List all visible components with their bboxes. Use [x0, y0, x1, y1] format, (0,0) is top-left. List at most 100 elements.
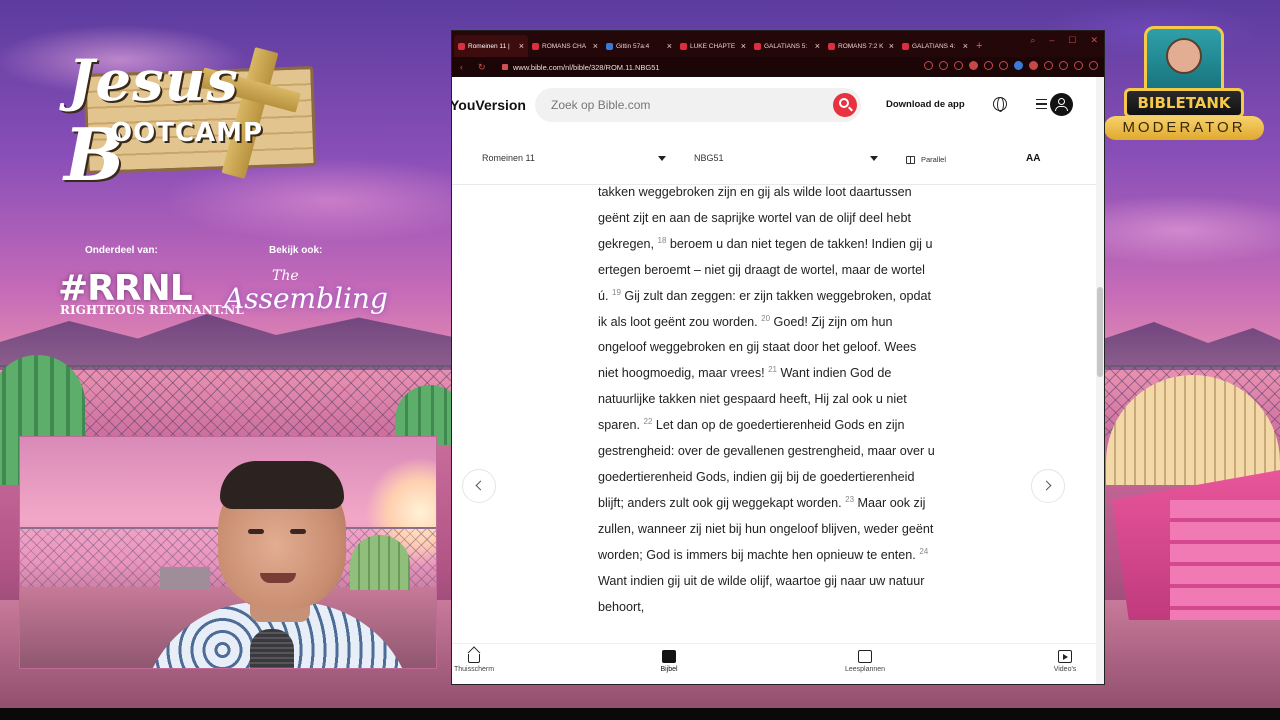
close-icon[interactable]: × — [963, 41, 968, 51]
moderator-banner: MODERATOR — [1104, 116, 1264, 140]
close-icon[interactable]: × — [667, 41, 672, 51]
close-icon[interactable]: × — [593, 41, 598, 51]
download-app-link[interactable]: Download de app — [886, 99, 965, 110]
tab-romans-chapter[interactable]: ROMANS CHA × — [528, 35, 602, 57]
maximize-icon[interactable]: ☐ — [1068, 35, 1076, 46]
close-icon[interactable]: × — [889, 41, 894, 51]
user-icon-body — [1055, 106, 1068, 111]
tab-gittin[interactable]: Gittin 57a:4 × — [602, 35, 676, 57]
parallel-toggle[interactable]: Parallel — [906, 155, 946, 164]
chevron-left-icon — [475, 480, 486, 491]
tab-label: GALATIANS 4: — [912, 42, 956, 50]
url-text: www.bible.com/nl/bible/328/ROM.11.NBG51 — [513, 62, 660, 72]
assembling-logo: Assembling — [224, 282, 388, 315]
address-bar: ‹ ↻ www.bible.com/nl/bible/328/ROM.11.NB… — [452, 57, 1104, 77]
browser-window: Romeinen 11 | × ROMANS CHA × Gittin 57a:… — [451, 30, 1105, 685]
nav-label: Leesplannen — [844, 666, 886, 673]
cam-tube — [350, 535, 410, 590]
menu-icon[interactable] — [1074, 61, 1083, 70]
site-header: YouVersion Zoek op Bible.com Download de… — [452, 77, 1104, 133]
play-icon[interactable] — [984, 61, 993, 70]
next-chapter-button[interactable] — [1031, 469, 1065, 503]
version-value: NBG51 — [694, 153, 724, 163]
nav-videos[interactable]: Video's — [1035, 650, 1095, 673]
verse-number[interactable]: 23 — [845, 495, 854, 504]
tab-galatians-5[interactable]: GALATIANS 5: × — [750, 35, 824, 57]
close-icon[interactable]: × — [519, 41, 524, 51]
camera-icon[interactable] — [954, 61, 963, 70]
cube-icon[interactable] — [1044, 61, 1053, 70]
extension-icon[interactable] — [1014, 61, 1023, 70]
globe-icon[interactable] — [993, 97, 1007, 112]
bible-page: YouVersion Zoek op Bible.com Download de… — [452, 77, 1104, 684]
zoom-icon[interactable] — [924, 61, 933, 70]
moderator-avatar-face — [1166, 38, 1202, 74]
parallel-label: Parallel — [921, 155, 947, 164]
nav-plans[interactable]: Leesplannen — [835, 650, 895, 673]
tab-label: Romeinen 11 | — [468, 42, 510, 50]
person-eye — [248, 529, 264, 534]
home-icon — [468, 654, 480, 663]
verse-number[interactable]: 20 — [761, 314, 770, 323]
book-chapter-value: Romeinen 11 — [482, 153, 535, 163]
tab-galatians-4[interactable]: GALATIANS 4: × — [898, 35, 972, 57]
nav-home[interactable]: Thuisscherm — [452, 650, 504, 673]
scrollbar[interactable] — [1096, 77, 1104, 684]
hamburger-menu-icon[interactable] — [1036, 99, 1047, 109]
search-button[interactable] — [833, 93, 857, 117]
favicon-icon — [902, 42, 909, 50]
profile-icon[interactable] — [1089, 61, 1098, 70]
tab-romeinen-11[interactable]: Romeinen 11 | × — [454, 35, 528, 57]
verse-text: Want indien gij uit de wilde olijf, waar… — [598, 573, 925, 614]
download-icon[interactable] — [1059, 61, 1068, 70]
bottom-strip — [0, 708, 1280, 720]
version-select[interactable]: NBG51 — [694, 153, 878, 169]
heart-icon[interactable] — [999, 61, 1008, 70]
tab-label: ROMANS CHA — [542, 42, 587, 50]
previous-chapter-button[interactable] — [462, 469, 496, 503]
search-icon-handle — [848, 106, 853, 112]
scrollbar-thumb[interactable] — [1097, 287, 1103, 377]
close-icon[interactable]: × — [741, 41, 746, 51]
book-chapter-select[interactable]: Romeinen 11 — [482, 153, 666, 169]
share-icon[interactable] — [939, 61, 948, 70]
chevron-down-icon — [658, 156, 666, 161]
moderator-title: BIBLETANK — [1124, 88, 1244, 118]
verse-number[interactable]: 24 — [919, 547, 928, 556]
chevron-down-icon — [870, 156, 878, 161]
favicon-icon — [754, 42, 761, 50]
back-icon[interactable]: ‹ — [460, 62, 470, 72]
favicon-icon — [680, 42, 687, 50]
shield-icon[interactable] — [1029, 61, 1038, 70]
logo-script-text: Jesus — [68, 48, 239, 114]
verse-number[interactable]: 21 — [768, 365, 777, 374]
close-icon[interactable]: × — [815, 41, 820, 51]
reload-icon[interactable]: ↻ — [478, 62, 488, 73]
youversion-logo[interactable]: YouVersion — [452, 97, 526, 113]
person-mouth — [260, 573, 296, 583]
person-eye — [290, 529, 306, 534]
plans-icon — [858, 650, 872, 663]
search-tabs-icon[interactable]: ⌕ — [1030, 35, 1035, 46]
nav-label: Thuisscherm — [453, 666, 495, 673]
tab-label: LUKE CHAPTE — [690, 42, 736, 50]
tab-luke-chapter[interactable]: LUKE CHAPTE × — [676, 35, 750, 57]
new-tab-button[interactable]: + — [976, 35, 982, 57]
verse-number[interactable]: 19 — [612, 288, 621, 297]
record-icon[interactable] — [969, 61, 978, 70]
reader-toolbar: Romeinen 11 NBG51 Parallel AA — [452, 133, 1104, 185]
browser-toolbar — [924, 61, 1098, 70]
search-input[interactable]: Zoek op Bible.com — [535, 88, 861, 122]
nav-bible[interactable]: Bijbel — [639, 650, 699, 673]
minimize-icon[interactable]: – — [1049, 35, 1054, 46]
profile-avatar[interactable] — [1050, 93, 1073, 116]
bible-favicon-icon — [458, 42, 465, 50]
parallel-icon — [906, 155, 915, 164]
nav-label: Bijbel — [660, 666, 678, 673]
font-size-button[interactable]: AA — [1026, 153, 1040, 164]
close-window-icon[interactable]: ✕ — [1090, 35, 1098, 46]
url-field[interactable]: www.bible.com/nl/bible/328/ROM.11.NBG51 — [502, 63, 660, 72]
passage-text: takken weggebroken zijn en gij als wilde… — [598, 185, 938, 655]
favicon-icon — [532, 42, 539, 50]
tab-romans-7[interactable]: ROMANS 7:2 K × — [824, 35, 898, 57]
